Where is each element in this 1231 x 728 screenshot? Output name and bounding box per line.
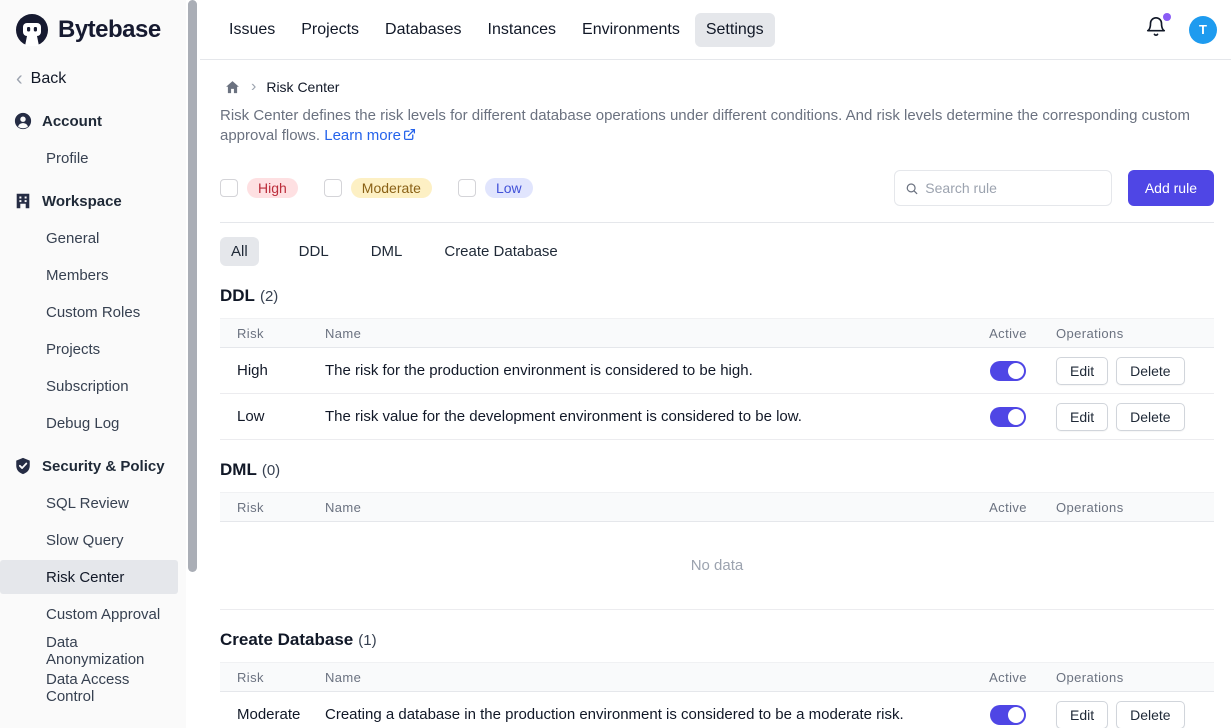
category-tabs: All DDL DML Create Database (220, 237, 1214, 266)
sidebar-section-label: Security & Policy (42, 458, 165, 475)
chevron-left-icon: ‹ (16, 72, 23, 86)
table-row: Low The risk value for the development e… (220, 394, 1214, 440)
nav-instances[interactable]: Instances (477, 13, 567, 47)
risk-level: Moderate (220, 706, 325, 723)
edit-button[interactable]: Edit (1056, 701, 1108, 728)
settings-sidebar: Bytebase ‹ Back Account Profile Workspac… (0, 0, 186, 728)
sidebar-item-projects[interactable]: Projects (0, 332, 178, 366)
nav-settings[interactable]: Settings (695, 13, 775, 47)
sidebar-section-security-policy: Security & Policy (0, 443, 186, 483)
search-rule-box (894, 170, 1112, 206)
sidebar-scrollbar-thumb[interactable] (188, 0, 197, 572)
tab-all[interactable]: All (220, 237, 259, 266)
moderate-badge: Moderate (351, 178, 432, 198)
risk-level: High (220, 362, 325, 379)
sidebar-item-general[interactable]: General (0, 221, 178, 255)
high-checkbox[interactable] (220, 179, 238, 197)
sidebar-item-data-access-control[interactable]: Data Access Control (0, 671, 178, 705)
sidebar-item-custom-roles[interactable]: Custom Roles (0, 295, 178, 329)
section-dml: DML(0) Risk Name Active Operations No da… (220, 460, 1214, 610)
moderate-checkbox[interactable] (324, 179, 342, 197)
table-row: Moderate Creating a database in the prod… (220, 692, 1214, 728)
sidebar-item-data-anonymization[interactable]: Data Anonymization (0, 634, 178, 668)
sidebar-item-subscription[interactable]: Subscription (0, 369, 178, 403)
section-title: Create Database(1) (220, 630, 1214, 650)
sidebar-item-risk-center[interactable]: Risk Center (0, 560, 178, 594)
dml-table: Risk Name Active Operations No data (220, 492, 1214, 610)
table-header-row: Risk Name Active Operations (220, 662, 1214, 692)
home-icon[interactable] (224, 79, 241, 96)
learn-more-link[interactable]: Learn more (324, 127, 416, 144)
divider (220, 222, 1214, 223)
bytebase-logo-icon (14, 12, 50, 48)
nav-databases[interactable]: Databases (374, 13, 473, 47)
back-label: Back (31, 70, 67, 88)
tab-ddl[interactable]: DDL (297, 237, 331, 266)
table-header-row: Risk Name Active Operations (220, 318, 1214, 348)
sidebar-item-members[interactable]: Members (0, 258, 178, 292)
brand-name: Bytebase (58, 16, 161, 44)
user-avatar[interactable]: T (1189, 16, 1217, 44)
sidebar-item-custom-approval[interactable]: Custom Approval (0, 597, 178, 631)
ddl-table: Risk Name Active Operations High The ris… (220, 318, 1214, 440)
nav-projects[interactable]: Projects (290, 13, 370, 47)
external-link-icon (403, 128, 416, 141)
sidebar-section-account: Account (0, 98, 186, 138)
search-rule-input[interactable] (925, 180, 1101, 196)
sidebar-section-label: Workspace (42, 193, 122, 210)
sidebar-item-profile[interactable]: Profile (0, 141, 178, 175)
create-database-table: Risk Name Active Operations Moderate Cre… (220, 662, 1214, 728)
no-data-placeholder: No data (220, 522, 1214, 610)
filter-toolbar: High Moderate Low Add rule (220, 170, 1214, 206)
delete-button[interactable]: Delete (1116, 701, 1184, 728)
notifications-button[interactable] (1145, 16, 1167, 43)
tab-create-database[interactable]: Create Database (442, 237, 559, 266)
active-toggle[interactable] (990, 705, 1026, 725)
nav-environments[interactable]: Environments (571, 13, 691, 47)
tab-dml[interactable]: DML (369, 237, 405, 266)
table-header-row: Risk Name Active Operations (220, 492, 1214, 522)
filter-high: High (220, 178, 298, 198)
back-button[interactable]: ‹ Back (0, 58, 186, 98)
bytebase-logo[interactable]: Bytebase (0, 10, 186, 58)
sidebar-section-workspace: Workspace (0, 178, 186, 218)
breadcrumb: › Risk Center (224, 78, 1214, 96)
delete-button[interactable]: Delete (1116, 357, 1184, 385)
breadcrumb-current: Risk Center (266, 79, 339, 95)
sidebar-item-sql-review[interactable]: SQL Review (0, 486, 178, 520)
page-description: Risk Center defines the risk levels for … (220, 106, 1205, 146)
nav-issues[interactable]: Issues (218, 13, 286, 47)
high-badge: High (247, 178, 298, 198)
low-badge: Low (485, 178, 533, 198)
top-navigation: Issues Projects Databases Instances Envi… (200, 0, 1231, 60)
building-icon (14, 192, 32, 210)
edit-button[interactable]: Edit (1056, 403, 1108, 431)
section-title: DDL(2) (220, 286, 1214, 306)
rule-name: The risk for the production environment … (325, 362, 960, 379)
edit-button[interactable]: Edit (1056, 357, 1108, 385)
shield-check-icon (14, 457, 32, 475)
low-checkbox[interactable] (458, 179, 476, 197)
search-icon (905, 181, 918, 196)
section-title: DML(0) (220, 460, 1214, 480)
sidebar-item-debug-log[interactable]: Debug Log (0, 406, 178, 440)
add-rule-button[interactable]: Add rule (1128, 170, 1214, 206)
rule-name: The risk value for the development envir… (325, 408, 960, 425)
section-ddl: DDL(2) Risk Name Active Operations High … (220, 286, 1214, 440)
sidebar-scrollbar-track (186, 0, 200, 728)
section-create-database: Create Database(1) Risk Name Active Oper… (220, 630, 1214, 728)
user-circle-icon (14, 112, 32, 130)
delete-button[interactable]: Delete (1116, 403, 1184, 431)
active-toggle[interactable] (990, 407, 1026, 427)
active-toggle[interactable] (990, 361, 1026, 381)
filter-moderate: Moderate (324, 178, 432, 198)
chevron-right-icon: › (251, 78, 256, 96)
sidebar-section-label: Account (42, 113, 102, 130)
filter-low: Low (458, 178, 533, 198)
notification-dot (1163, 13, 1171, 21)
sidebar-item-slow-query[interactable]: Slow Query (0, 523, 178, 557)
rule-name: Creating a database in the production en… (325, 706, 960, 723)
table-row: High The risk for the production environ… (220, 348, 1214, 394)
risk-level: Low (220, 408, 325, 425)
